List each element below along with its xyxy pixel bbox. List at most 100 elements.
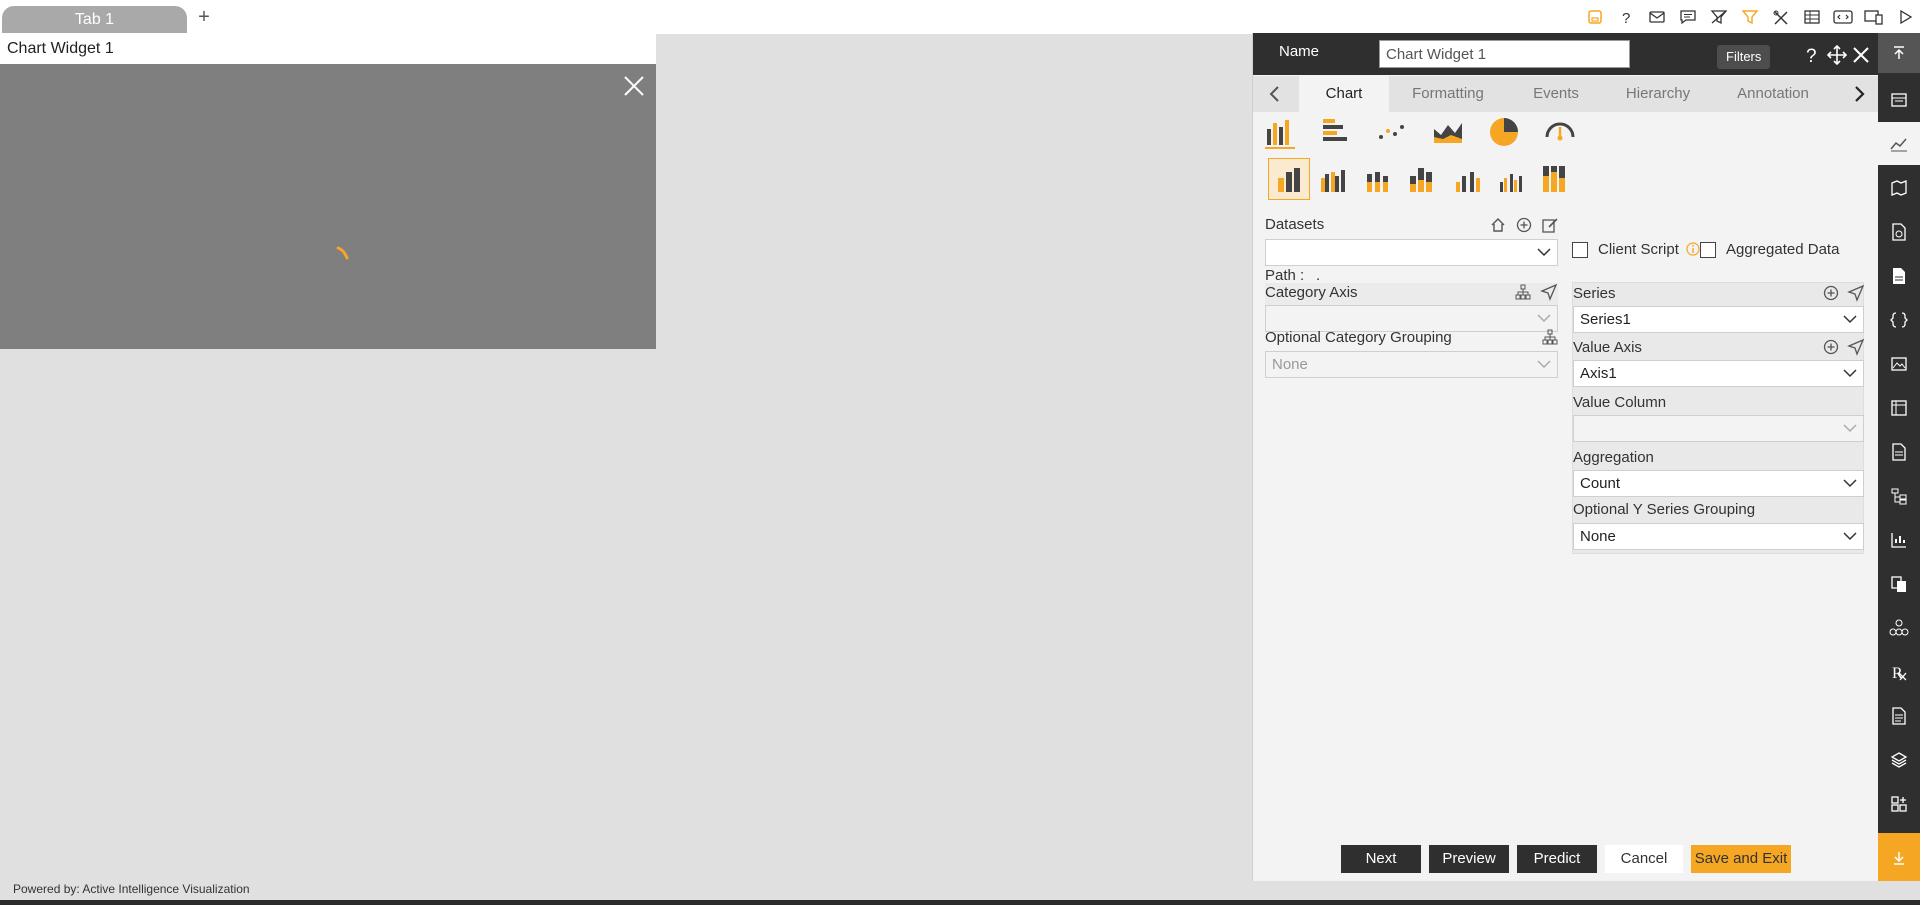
document-icon[interactable] — [1878, 254, 1920, 297]
save-and-exit-button[interactable]: Save and Exit — [1691, 845, 1791, 873]
chart-icon[interactable] — [1878, 122, 1920, 165]
play-icon[interactable] — [1889, 4, 1920, 30]
add-widget-icon[interactable] — [1878, 782, 1920, 825]
mail-icon[interactable] — [1641, 4, 1672, 30]
filter-icon[interactable] — [1734, 4, 1765, 30]
report-icon[interactable] — [1878, 210, 1920, 253]
map-icon[interactable] — [1878, 166, 1920, 209]
add-series-icon[interactable] — [1822, 284, 1840, 302]
widget-title[interactable]: Chart Widget 1 — [0, 34, 656, 64]
preview-button[interactable]: Preview — [1429, 845, 1509, 873]
tab-events[interactable]: Events — [1511, 76, 1601, 112]
datasets-select[interactable] — [1265, 239, 1558, 266]
data-grid-icon[interactable] — [1878, 78, 1920, 121]
value-column-label: Value Column — [1573, 394, 1667, 411]
panel-header: Name Filters ? — [1253, 33, 1879, 75]
clustered-column-icon[interactable] — [1268, 158, 1310, 200]
value-axis-label: Value Axis — [1573, 339, 1642, 356]
optional-y-series-grouping-select[interactable]: None — [1573, 523, 1864, 550]
add-tab-button[interactable]: + — [194, 7, 214, 27]
series-select[interactable]: Series1 — [1573, 306, 1864, 333]
aggregated-data-checkbox[interactable] — [1700, 242, 1716, 258]
collapse-up-icon[interactable] — [1878, 33, 1920, 73]
datasets-label: Datasets — [1265, 216, 1325, 233]
right-icon-rail: R — [1878, 33, 1920, 883]
close-icon[interactable] — [622, 74, 646, 98]
embed-code-icon[interactable] — [1827, 4, 1858, 30]
widget-body — [0, 64, 656, 349]
value-axis-select[interactable]: Axis1 — [1573, 360, 1864, 387]
tab-hierarchy[interactable]: Hierarchy — [1603, 76, 1713, 112]
copy-document-icon[interactable] — [1878, 562, 1920, 605]
chevron-left-icon[interactable] — [1265, 84, 1285, 104]
send-icon[interactable] — [1847, 338, 1865, 356]
next-button[interactable]: Next — [1341, 845, 1421, 873]
tab-1[interactable]: Tab 1 — [2, 6, 187, 33]
tab-chart[interactable]: Chart — [1299, 76, 1389, 112]
comment-icon[interactable] — [1672, 4, 1703, 30]
hierarchy-icon[interactable] — [1514, 283, 1532, 301]
bar-chart-icon[interactable] — [1319, 115, 1353, 149]
save-icon[interactable] — [1579, 4, 1610, 30]
column-chart-icon[interactable] — [1263, 115, 1297, 149]
notes-icon[interactable] — [1878, 694, 1920, 737]
filters-tooltip: Filters — [1717, 45, 1771, 69]
svg-text:?: ? — [1806, 46, 1817, 66]
grouped-column-icon[interactable] — [1313, 158, 1355, 200]
series-label: Series — [1573, 285, 1616, 302]
cancel-button[interactable]: Cancel — [1605, 845, 1683, 873]
image-icon[interactable] — [1878, 342, 1920, 385]
tree-icon[interactable] — [1878, 474, 1920, 517]
add-dataset-icon[interactable] — [1515, 216, 1533, 234]
tab-annotation[interactable]: Annotation — [1717, 76, 1829, 112]
optional-category-grouping-select[interactable]: None — [1265, 351, 1558, 378]
predict-button[interactable]: Predict — [1517, 845, 1597, 873]
tab-formatting[interactable]: Formatting — [1393, 76, 1503, 112]
tools-icon[interactable] — [1765, 4, 1796, 30]
code-braces-icon[interactable] — [1878, 298, 1920, 341]
edit-dataset-icon[interactable] — [1541, 216, 1559, 234]
info-icon[interactable] — [1686, 242, 1700, 256]
rx-icon[interactable]: R — [1878, 650, 1920, 693]
scatter-chart-icon[interactable] — [1375, 115, 1409, 149]
area-chart-icon[interactable] — [1431, 115, 1465, 149]
file-text-icon[interactable] — [1878, 430, 1920, 473]
path-value: . — [1316, 267, 1321, 284]
close-icon[interactable] — [1850, 44, 1872, 66]
optional-category-grouping-value: None — [1272, 356, 1308, 373]
table-icon[interactable] — [1796, 4, 1827, 30]
move-icon[interactable] — [1826, 44, 1848, 66]
pie-chart-icon[interactable] — [1487, 115, 1521, 149]
thin-column-icon[interactable] — [1446, 158, 1488, 200]
network-icon[interactable] — [1878, 606, 1920, 649]
value-column-select[interactable] — [1573, 415, 1864, 442]
pivot-table-icon[interactable] — [1878, 386, 1920, 429]
category-axis-label: Category Axis — [1265, 284, 1358, 301]
layers-icon[interactable] — [1878, 738, 1920, 781]
value-axis-value: Axis1 — [1580, 365, 1617, 382]
kpi-chart-icon[interactable] — [1878, 518, 1920, 561]
stacked-column-icon[interactable] — [1357, 158, 1399, 200]
stacked-column-alt-icon[interactable] — [1401, 158, 1443, 200]
chevron-right-icon[interactable] — [1849, 84, 1869, 104]
name-input[interactable] — [1379, 40, 1630, 68]
send-icon[interactable] — [1540, 283, 1558, 301]
multi-column-icon[interactable] — [1490, 158, 1532, 200]
send-icon[interactable] — [1847, 284, 1865, 302]
hierarchy-icon[interactable] — [1541, 328, 1559, 346]
download-icon[interactable] — [1878, 833, 1920, 883]
help-icon[interactable]: ? — [1610, 4, 1641, 30]
home-icon[interactable] — [1489, 216, 1507, 234]
clear-filter-icon[interactable] — [1703, 4, 1734, 30]
aggregation-select[interactable]: Count — [1573, 470, 1864, 497]
responsive-devices-icon[interactable] — [1858, 4, 1889, 30]
category-axis-select[interactable] — [1265, 305, 1558, 332]
top-toolbar: ? — [1579, 4, 1920, 30]
percent-stacked-column-icon[interactable] — [1534, 158, 1576, 200]
help-icon[interactable]: ? — [1801, 44, 1823, 66]
series-value: Series1 — [1580, 311, 1631, 328]
client-script-checkbox[interactable] — [1572, 242, 1588, 258]
gauge-chart-icon[interactable] — [1543, 115, 1577, 149]
footer-bar — [0, 900, 1920, 905]
add-axis-icon[interactable] — [1822, 338, 1840, 356]
